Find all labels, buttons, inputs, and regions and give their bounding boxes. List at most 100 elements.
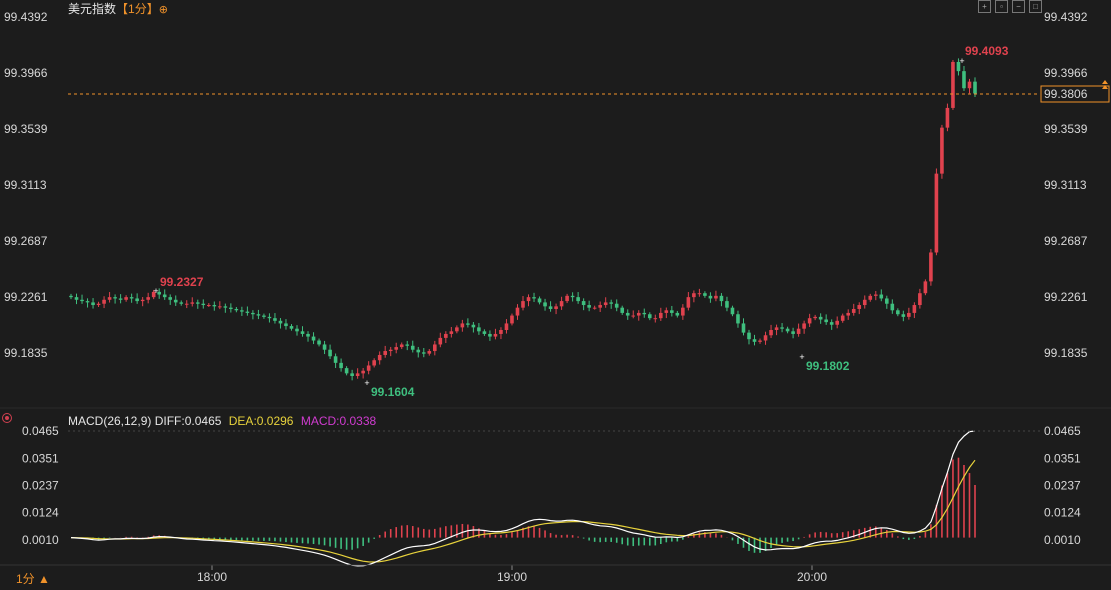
zoom-out-icon[interactable]: − — [1012, 0, 1025, 13]
candle-body — [300, 331, 305, 334]
price-tick-label: 99.1835 — [1044, 346, 1088, 360]
candle-body — [918, 293, 922, 306]
price-tick-label: 99.2687 — [4, 234, 48, 248]
add-indicator-icon[interactable]: ⊕ — [159, 4, 168, 16]
price-tick-label: 99.3966 — [4, 66, 48, 80]
candle-body — [91, 302, 95, 306]
macd-lines — [70, 430, 976, 567]
price-axis-right: 99.4392 99.3966 99.3539 99.3113 99.2687 99.22… — [1044, 10, 1088, 360]
candle-body — [207, 305, 211, 307]
macd-tick-label: 0.0010 — [22, 533, 59, 547]
candle-body — [488, 333, 492, 337]
candle-body — [460, 323, 465, 328]
candle-body — [399, 344, 404, 348]
candle-body — [896, 310, 900, 315]
candle-body — [670, 310, 674, 313]
macd-tick-label: 0.0124 — [1044, 506, 1081, 520]
candle-body — [840, 315, 845, 321]
time-tick-label: 18:00 — [197, 570, 227, 584]
candle-body — [245, 311, 250, 313]
candle-body — [306, 333, 310, 337]
candle-body — [289, 326, 294, 329]
candle-body — [736, 314, 740, 324]
candle-body — [813, 316, 817, 319]
current-price-value: 99.3806 — [1044, 87, 1088, 101]
indicator-settings-icon[interactable] — [2, 413, 12, 423]
macd-tick-label: 0.0237 — [22, 479, 59, 493]
candle-body — [901, 314, 906, 317]
candle-body — [449, 331, 454, 334]
candle-body — [725, 301, 729, 308]
candle-body — [162, 294, 167, 298]
candle-body — [802, 323, 806, 329]
candle-body — [317, 340, 321, 345]
fullscreen-icon[interactable]: □ — [1029, 0, 1042, 13]
period-label[interactable]: 【1分】 — [116, 2, 159, 16]
candle-body — [113, 297, 117, 299]
period-selector[interactable]: 1分 ▲ — [16, 570, 50, 587]
candle-body — [256, 314, 261, 316]
candle-body — [322, 344, 327, 350]
candle-body — [620, 307, 625, 313]
macd-tick-label: 0.0465 — [22, 424, 59, 438]
candle-body — [372, 360, 376, 366]
candle-body — [201, 303, 206, 306]
candle-body — [273, 318, 277, 321]
macd-tick-label: 0.0010 — [1044, 533, 1081, 547]
dea-value: DEA:0.0296 — [228, 414, 294, 428]
candle-body — [962, 71, 966, 89]
fit-icon[interactable]: ▫ — [995, 0, 1008, 13]
macd-axis: 0.0465 0.0465 0.0351 0.0351 0.0237 0.0237 0.01… — [22, 424, 1081, 547]
price-axis-left: 99.4392 99.3966 99.3539 99.3113 99.2687 99.22… — [4, 10, 48, 360]
candle-body — [659, 312, 663, 319]
candle-body — [818, 316, 823, 320]
price-tick-label: 99.3539 — [1044, 122, 1088, 136]
candle-body — [339, 362, 343, 369]
candle-body — [388, 349, 393, 352]
candle-body — [427, 351, 432, 354]
dea-line — [70, 459, 976, 563]
candle-body — [212, 305, 217, 307]
candle-body — [692, 293, 696, 298]
extreme-marker: + — [364, 378, 369, 388]
candle-body — [295, 328, 299, 332]
candle-body — [537, 298, 542, 303]
candle-body — [780, 327, 784, 329]
candle-body — [267, 316, 272, 319]
candle-body — [240, 310, 244, 312]
price-tick-label: 99.3539 — [4, 122, 48, 136]
price-tick-label: 99.1835 — [4, 346, 48, 360]
candle-body — [592, 307, 597, 309]
candle-body — [609, 302, 613, 304]
candle-body — [929, 252, 933, 282]
candle-body — [179, 302, 184, 304]
candle-body — [383, 351, 387, 355]
candle-body — [625, 312, 630, 316]
candle-body — [526, 297, 531, 302]
candle-body — [829, 322, 834, 325]
candle-body — [107, 297, 112, 300]
candle-body — [824, 319, 828, 323]
candle-body — [807, 318, 812, 324]
candle-body — [377, 354, 382, 361]
price-tick-label: 99.3113 — [4, 178, 47, 192]
chart-area[interactable]: 99.4392 99.3966 99.3539 99.3113 99.2687 99.22… — [0, 0, 1111, 585]
candle-body — [493, 333, 498, 337]
candle-body — [173, 299, 178, 303]
candle-body — [355, 373, 360, 376]
price-tick-label: 99.2261 — [1044, 290, 1088, 304]
candle-body — [697, 293, 702, 295]
crosshair-icon[interactable]: + — [978, 0, 991, 13]
candle-body — [548, 306, 553, 309]
price-tick-label: 99.4392 — [4, 10, 48, 24]
candle-body — [907, 312, 911, 317]
candle-body — [940, 127, 944, 174]
candle-body — [532, 297, 536, 299]
instrument-name: 美元指数 — [68, 2, 117, 16]
candle-body — [543, 302, 547, 307]
candle-body — [234, 308, 239, 311]
price-tick-label: 99.4392 — [1044, 10, 1088, 24]
macd-value: MACD:0.0338 — [300, 414, 377, 428]
macd-tick-label: 0.0237 — [1044, 479, 1081, 493]
candle-body — [785, 328, 790, 332]
